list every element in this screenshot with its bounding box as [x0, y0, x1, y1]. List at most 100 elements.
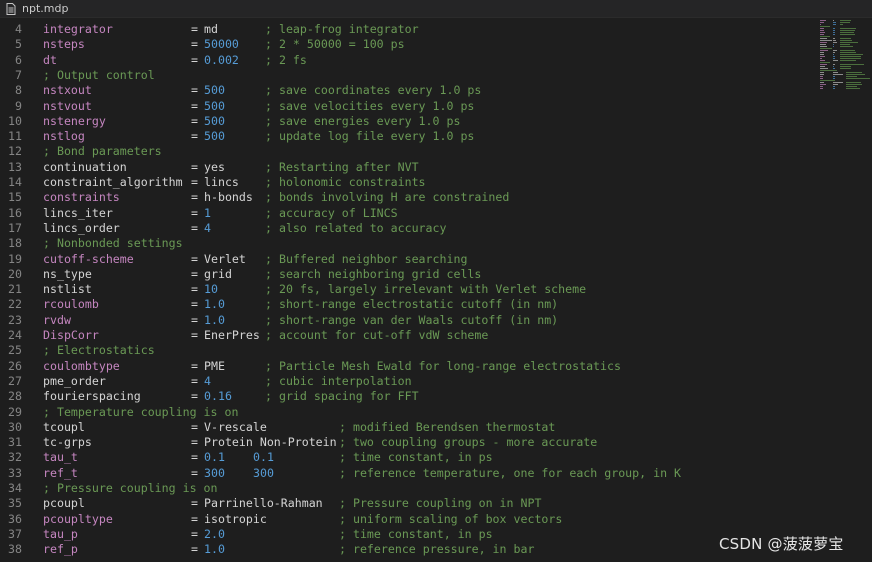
code-line[interactable]: 15 constraints = h-bonds ; bonds involving H… [0, 190, 816, 205]
code-line[interactable]: 33 ref_t = 300 300 ; reference temperature, o… [0, 466, 816, 481]
code-line[interactable]: 32 tau_t = 0.1 0.1 ; time constant, in ps [0, 450, 816, 465]
code-line[interactable]: 23 rvdw = 1.0 ; short-range van der Waals cu… [0, 313, 816, 328]
code-line[interactable]: 16 lincs_iter = 1 ; accuracy of LINCS [0, 206, 816, 221]
line-number: 35 [8, 496, 22, 511]
parameter-name: constraint_algorithm [43, 175, 183, 189]
inline-comment: ; time constant, in ps [339, 526, 493, 541]
section-comment: ; Nonbonded settings [43, 236, 183, 251]
equals-sign: = [191, 190, 198, 205]
line-number: 4 [15, 22, 22, 36]
minimap-line [820, 88, 823, 89]
minimap-line [840, 34, 855, 35]
minimap-line [833, 66, 834, 67]
minimap-line [833, 20, 835, 21]
minimap-line [833, 50, 837, 51]
code-line[interactable]: 24 DispCorr = EnerPres ; account for cut-off… [0, 328, 816, 343]
parameter-value: 2.0 [204, 526, 225, 541]
minimap-line [820, 22, 824, 23]
parameter-name: tau_p [43, 526, 78, 541]
watermark: CSDN @菠菠萝宝 [719, 535, 844, 553]
code-line[interactable]: 26 coulombtype = PME ; Particle Mesh Ewald f… [0, 359, 816, 374]
code-line[interactable]: 21 nstlist = 10 ; 20 fs, largely irrelevant … [0, 282, 816, 297]
line-number: 32 [8, 450, 22, 465]
minimap-line [833, 44, 834, 45]
parameter-name: ref_p [43, 542, 78, 557]
inline-comment: ; save coordinates every 1.0 ps [265, 83, 482, 98]
line-number: 18 [8, 236, 22, 251]
line-number: 33 [8, 465, 22, 480]
code-line[interactable]: 31 tc-grps = Protein Non-Protein; two coupl… [0, 435, 816, 450]
minimap-line [846, 82, 861, 83]
line-number: 28 [8, 389, 22, 404]
inline-comment: ; reference pressure, in bar [339, 542, 535, 557]
code-line[interactable]: 5 nsteps = 50000 ; 2 * 50000 = 100 ps [0, 37, 816, 52]
inline-comment: ; update log file every 1.0 ps [265, 129, 475, 144]
parameter-value: 500 [204, 113, 225, 128]
equals-sign: = [191, 358, 198, 373]
section-comment: ; Temperature coupling is on [43, 404, 239, 419]
minimap-line [846, 76, 857, 77]
code-line[interactable]: 25 ; Electrostatics [0, 343, 816, 358]
minimap-line [840, 40, 852, 41]
code-line[interactable]: 36 pcoupltype = isotropic ; uniform scaling … [0, 512, 816, 527]
code-line[interactable]: 10 nstenergy = 500 ; save energies every 1.0… [0, 114, 816, 129]
inline-comment: ; bonds involving H are constrained [265, 190, 510, 205]
code-line[interactable]: 8 nstxout = 500 ; save coordinates every 1.0… [0, 83, 816, 98]
code-line[interactable]: 35 pcoupl = Parrinello-Rahman ; Pressure cou… [0, 496, 816, 511]
code-line[interactable]: 14 constraint_algorithm = lincs ; holonomic … [0, 175, 816, 190]
minimap-line [840, 30, 855, 31]
minimap[interactable] [816, 18, 872, 562]
parameter-value: PME [204, 358, 225, 373]
code-line[interactable]: 34 ; Pressure coupling is on [0, 481, 816, 496]
code-line[interactable]: 18 ; Nonbonded settings [0, 236, 816, 251]
code-line[interactable]: 22 rcoulomb = 1.0 ; short-range electrostati… [0, 297, 816, 312]
equals-sign: = [191, 113, 198, 128]
line-number: 15 [8, 190, 22, 205]
tab-filename[interactable]: npt.mdp [22, 2, 68, 15]
code-line[interactable]: 17 lincs_order = 4 ; also related to accurac… [0, 221, 816, 236]
code-line[interactable]: 4 integrator = md ; leap-frog integrator [0, 22, 816, 37]
minimap-line [840, 52, 856, 53]
minimap-line [820, 52, 825, 53]
inline-comment: ; time constant, in ps [339, 450, 493, 465]
line-number: 34 [8, 481, 22, 495]
parameter-value: 500 [204, 129, 225, 144]
code-line[interactable]: 13 continuation = yes ; Restarting after NVT [0, 160, 816, 175]
equals-sign: = [191, 511, 198, 526]
line-number: 27 [8, 373, 22, 388]
code-line[interactable]: 30 tcoupl = V-rescale ; modified Berendsen t… [0, 420, 816, 435]
inline-comment: ; account for cut-off vdW scheme [265, 328, 489, 342]
code-line[interactable]: 27 pme_order = 4 ; cubic interpolation [0, 374, 816, 389]
equals-sign: = [191, 389, 198, 404]
inline-comment: ; search neighboring grid cells [265, 266, 482, 281]
line-number: 26 [8, 358, 22, 373]
code-editor[interactable]: 4 integrator = md ; leap-frog integrator 5 nst… [0, 20, 816, 562]
equals-sign: = [191, 129, 198, 144]
parameter-name: nstlist [43, 282, 92, 297]
code-line[interactable]: 7 ; Output control [0, 68, 816, 83]
equals-sign: = [191, 465, 198, 480]
minimap-line [820, 84, 826, 85]
line-number: 6 [15, 52, 22, 67]
parameter-name: pcoupl [43, 496, 85, 511]
code-line[interactable]: 28 fourierspacing = 0.16 ; grid spacing for … [0, 389, 816, 404]
file-lines-icon [4, 2, 18, 16]
code-line[interactable]: 38 ref_p = 1.0 ; reference pressure, in bar [0, 542, 816, 557]
minimap-line [820, 86, 823, 87]
code-line[interactable]: 11 nstlog = 500 ; update log file every 1.0 … [0, 129, 816, 144]
parameter-value: 10 [204, 282, 218, 297]
code-line[interactable]: 12 ; Bond parameters [0, 144, 816, 159]
line-number: 17 [8, 220, 22, 235]
minimap-line [820, 58, 823, 59]
code-line[interactable]: 20 ns_type = grid ; search neighboring grid … [0, 267, 816, 282]
equals-sign: = [191, 159, 198, 174]
code-line[interactable]: 29 ; Temperature coupling is on [0, 405, 816, 420]
code-line[interactable]: 37 tau_p = 2.0 ; time constant, in ps [0, 527, 816, 542]
parameter-name: nstxout [43, 83, 92, 98]
parameter-name: integrator [43, 22, 113, 36]
code-line[interactable]: 9 nstvout = 500 ; save velocities every 1.0 … [0, 99, 816, 114]
code-line[interactable]: 19 cutoff-scheme = Verlet ; Buffered neighbo… [0, 252, 816, 267]
minimap-line [833, 32, 835, 33]
code-line[interactable]: 6 dt = 0.002 ; 2 fs [0, 53, 816, 68]
minimap-line [833, 60, 838, 61]
